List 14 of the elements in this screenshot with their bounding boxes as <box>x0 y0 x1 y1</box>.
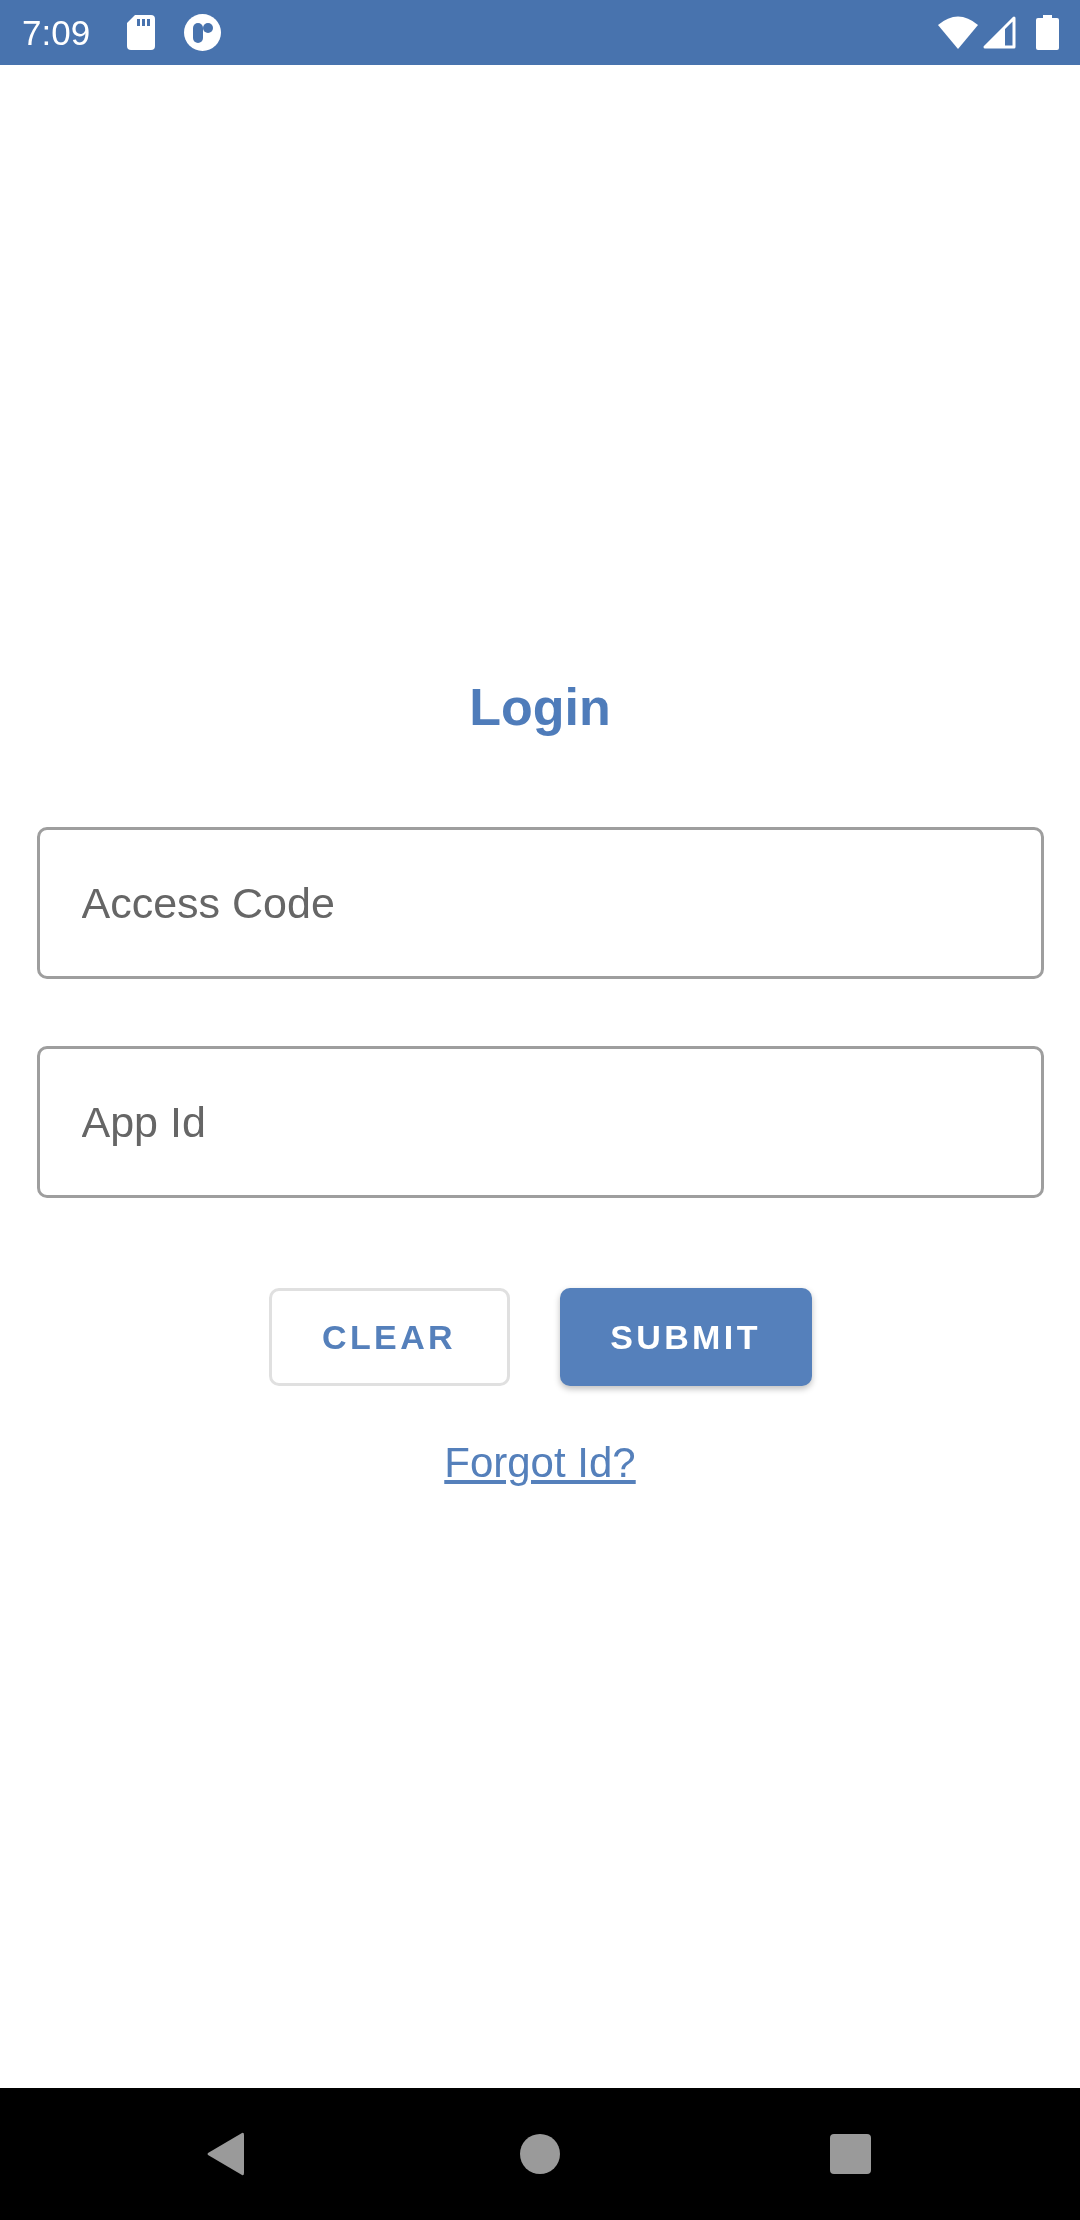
home-icon[interactable] <box>520 2134 560 2174</box>
submit-button[interactable]: SUBMIT <box>559 1288 812 1386</box>
input-field[interactable]: Access Code <box>36 827 1044 979</box>
back-icon[interactable] <box>207 2132 244 2176</box>
sd-card-icon <box>127 15 156 50</box>
status-time: 7:09 <box>22 15 91 50</box>
battery-icon <box>1036 15 1059 50</box>
login-title: Login <box>469 677 611 737</box>
wifi-icon <box>938 16 978 49</box>
input-field[interactable]: App Id <box>36 1046 1044 1198</box>
circle-logo-icon <box>184 14 222 51</box>
clear-button[interactable]: CLEAR <box>268 1288 510 1386</box>
forgot-id-link[interactable]: Forgot Id? <box>444 1438 636 1488</box>
signal-icon <box>983 16 1016 49</box>
